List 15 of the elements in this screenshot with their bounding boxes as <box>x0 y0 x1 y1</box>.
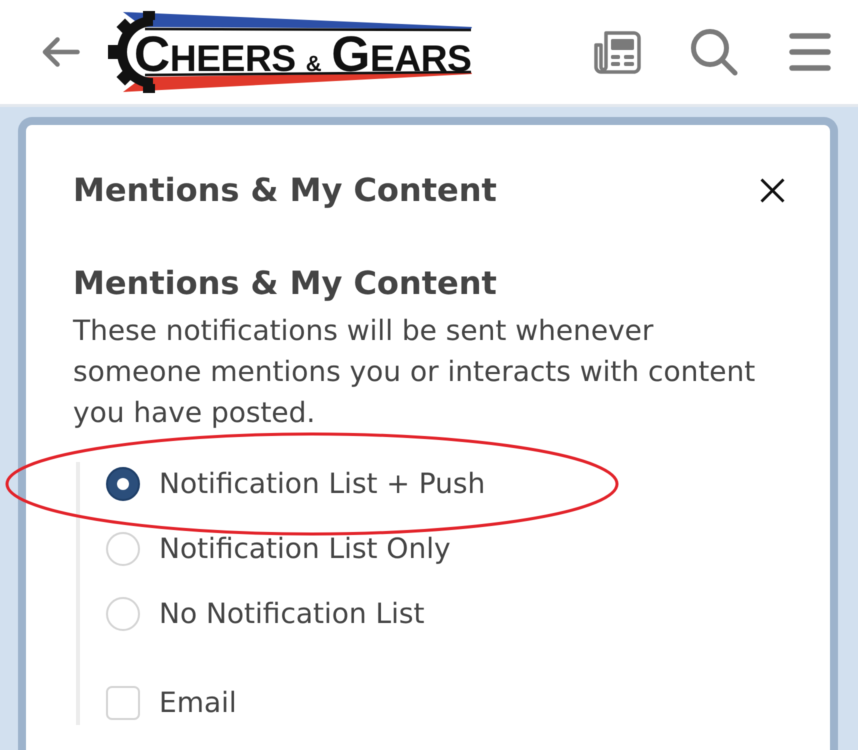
search-icon[interactable] <box>690 28 738 76</box>
option-label[interactable]: Notification List Only <box>159 532 451 566</box>
section-heading: Mentions & My Content <box>73 264 498 302</box>
back-arrow-icon[interactable] <box>42 37 80 67</box>
menu-icon[interactable] <box>789 32 831 72</box>
newspaper-icon[interactable] <box>593 30 641 74</box>
close-icon[interactable] <box>760 178 785 202</box>
option-label[interactable]: No Notification List <box>159 597 424 631</box>
radio-button[interactable] <box>106 467 140 501</box>
modal-title: Mentions & My Content <box>73 171 497 209</box>
option-label[interactable]: Notification List + Push <box>159 467 486 501</box>
checkbox[interactable] <box>106 686 140 720</box>
section-description: These notifications will be sent whenever someone mentions you or interacts with content you have posted. <box>73 313 756 431</box>
logo-text[interactable]: CHEERS & GEARS <box>134 29 472 79</box>
option-label[interactable]: Email <box>159 686 237 720</box>
